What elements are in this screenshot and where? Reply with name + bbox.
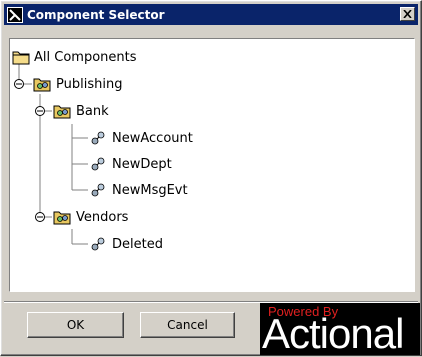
cancel-button[interactable]: Cancel	[140, 312, 235, 338]
tree-node-label: Publishing	[56, 76, 123, 92]
folder-icon	[12, 51, 30, 65]
tree-node-label: NewMsgEvt	[112, 182, 188, 198]
tree-node-root[interactable]: All Components	[12, 47, 137, 67]
component-gear-icon	[91, 157, 105, 171]
component-gear-icon	[91, 237, 105, 251]
tree-node-deleted[interactable]: Deleted	[89, 234, 163, 254]
tree-node-label: Vendors	[76, 209, 129, 225]
powered-by-logo: Powered By Actional	[260, 303, 420, 357]
component-tree[interactable]: All Components Publishing Bank NewAccoun…	[9, 38, 415, 292]
package-icon	[53, 105, 71, 119]
dialog-title: Component Selector	[27, 7, 165, 22]
package-icon	[33, 78, 51, 92]
package-icon	[53, 211, 71, 225]
logo-brand: Actional	[262, 310, 404, 357]
component-gear-icon	[91, 131, 105, 145]
close-button[interactable]	[400, 7, 415, 21]
ok-button[interactable]: OK	[27, 312, 124, 338]
tree-node-label: All Components	[34, 49, 137, 65]
tree-node-publishing[interactable]: Publishing	[33, 74, 122, 94]
tree-node-label: Bank	[76, 103, 109, 119]
tree-node-newaccount[interactable]: NewAccount	[89, 128, 193, 148]
tree-node-newdept[interactable]: NewDept	[89, 154, 172, 174]
tree-node-label: NewAccount	[112, 130, 193, 146]
close-icon	[403, 10, 412, 18]
title-bar[interactable]: Component Selector	[4, 4, 418, 25]
component-selector-dialog: Component Selector All Components Publis…	[0, 0, 422, 357]
tree-node-label: NewDept	[112, 156, 172, 172]
tree-node-newmsgevt[interactable]: NewMsgEvt	[89, 180, 188, 200]
tree-node-label: Deleted	[112, 236, 163, 252]
component-gear-icon	[91, 183, 105, 197]
app-icon	[7, 6, 23, 23]
tree-node-bank[interactable]: Bank	[53, 101, 109, 121]
tree-node-vendors[interactable]: Vendors	[53, 207, 128, 227]
